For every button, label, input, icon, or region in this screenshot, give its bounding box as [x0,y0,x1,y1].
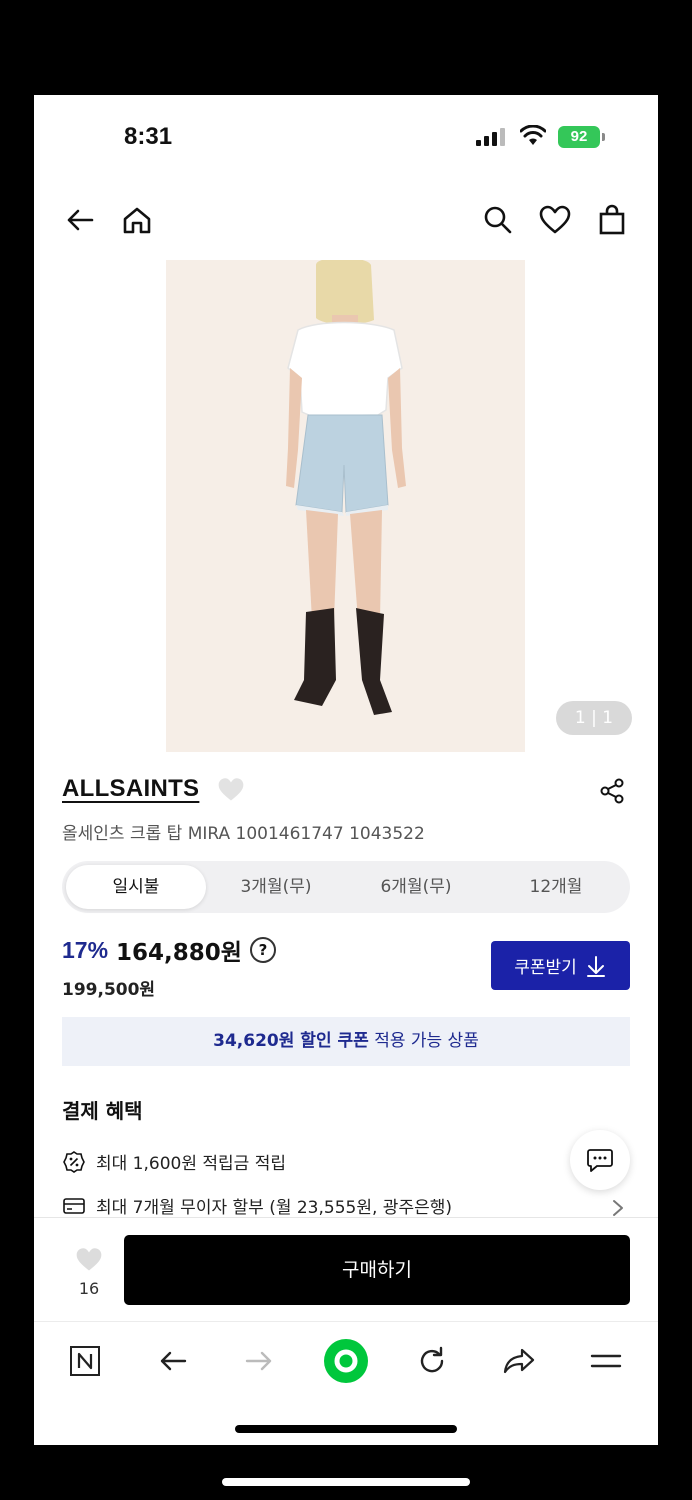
menu-icon[interactable] [586,1341,626,1381]
home-indicator [235,1425,457,1433]
sale-price: 164,880원 [116,940,242,966]
chevron-right-icon[interactable] [610,1197,626,1219]
original-price: 199,500원 [62,980,156,1000]
status-time: 8:31 [124,123,173,150]
product-image[interactable] [166,260,525,752]
price-row: 17% 164,880원 ? [62,933,276,967]
outer-home-indicator [222,1478,470,1486]
like-count: 16 [78,1279,100,1298]
product-title: 올세인츠 크롭 탑 MIRA 1001461747 1043522 [62,824,425,844]
product-photo-illustration [166,260,525,752]
share-icon[interactable] [598,777,626,805]
home-icon[interactable] [119,202,155,238]
shopping-bag-icon[interactable] [594,202,630,238]
benefit-installment[interactable]: 최대 7개월 무이자 할부 (월 23,555원, 광주은행) [62,1193,452,1218]
benefit-points-text: 최대 1,600원 적립금 적립 [96,1154,286,1174]
brand-link[interactable]: ALLSAINTS [62,775,199,803]
like-heart-icon[interactable] [74,1245,104,1273]
chat-button[interactable] [570,1130,630,1190]
brand-like-heart-icon[interactable] [216,775,246,803]
discount-rate: 17% [62,936,109,963]
cellular-signal-icon [476,128,505,146]
wishlist-heart-icon[interactable] [537,202,573,238]
benefit-points: 최대 1,600원 적립금 적립 [62,1149,286,1174]
browser-share-icon[interactable] [499,1341,539,1381]
browser-back-icon[interactable] [153,1341,193,1381]
browser-forward-icon[interactable] [239,1341,279,1381]
wifi-icon [520,125,546,145]
promo-highlight: 34,620원 할인 쿠폰 [213,1031,369,1051]
image-counter: 1 | 1 [556,701,632,735]
status-bar: 8:31 92 [34,95,658,179]
installment-tabs: 일시불 3개월(무) 6개월(무) 12개월 [62,861,630,913]
back-arrow-icon[interactable] [62,202,98,238]
buy-button[interactable]: 구매하기 [124,1235,630,1305]
tab-12-months[interactable]: 12개월 [486,865,626,909]
percent-badge-icon [63,1150,85,1173]
tab-3-months[interactable]: 3개월(무) [206,865,346,909]
download-arrow-icon [586,955,605,977]
battery-indicator: 92 [558,126,605,148]
get-coupon-button[interactable]: 쿠폰받기 [491,941,630,990]
phone-screen: 8:31 92 1 | 1 ALLSAINTS 올세인츠 크롭 탑 MIRA 1… [34,95,658,1445]
naver-home-icon[interactable] [65,1341,105,1381]
search-icon[interactable] [480,202,516,238]
price-help-icon[interactable]: ? [249,937,276,963]
coupon-promo-banner[interactable]: 34,620원 할인 쿠폰 적용 가능 상품 [62,1017,630,1066]
tab-6-months[interactable]: 6개월(무) [346,865,486,909]
tab-lump-sum[interactable]: 일시불 [66,865,206,909]
benefit-installment-text: 최대 7개월 무이자 할부 (월 23,555원, 광주은행) [96,1198,452,1218]
chat-bubble-icon [587,1149,613,1172]
promo-text: 적용 가능 상품 [374,1031,479,1051]
benefits-title: 결제 혜택 [62,1099,143,1123]
get-coupon-label: 쿠폰받기 [514,958,577,978]
card-icon [63,1197,85,1214]
refresh-icon[interactable] [412,1341,452,1381]
green-dot-button[interactable] [321,1336,371,1386]
